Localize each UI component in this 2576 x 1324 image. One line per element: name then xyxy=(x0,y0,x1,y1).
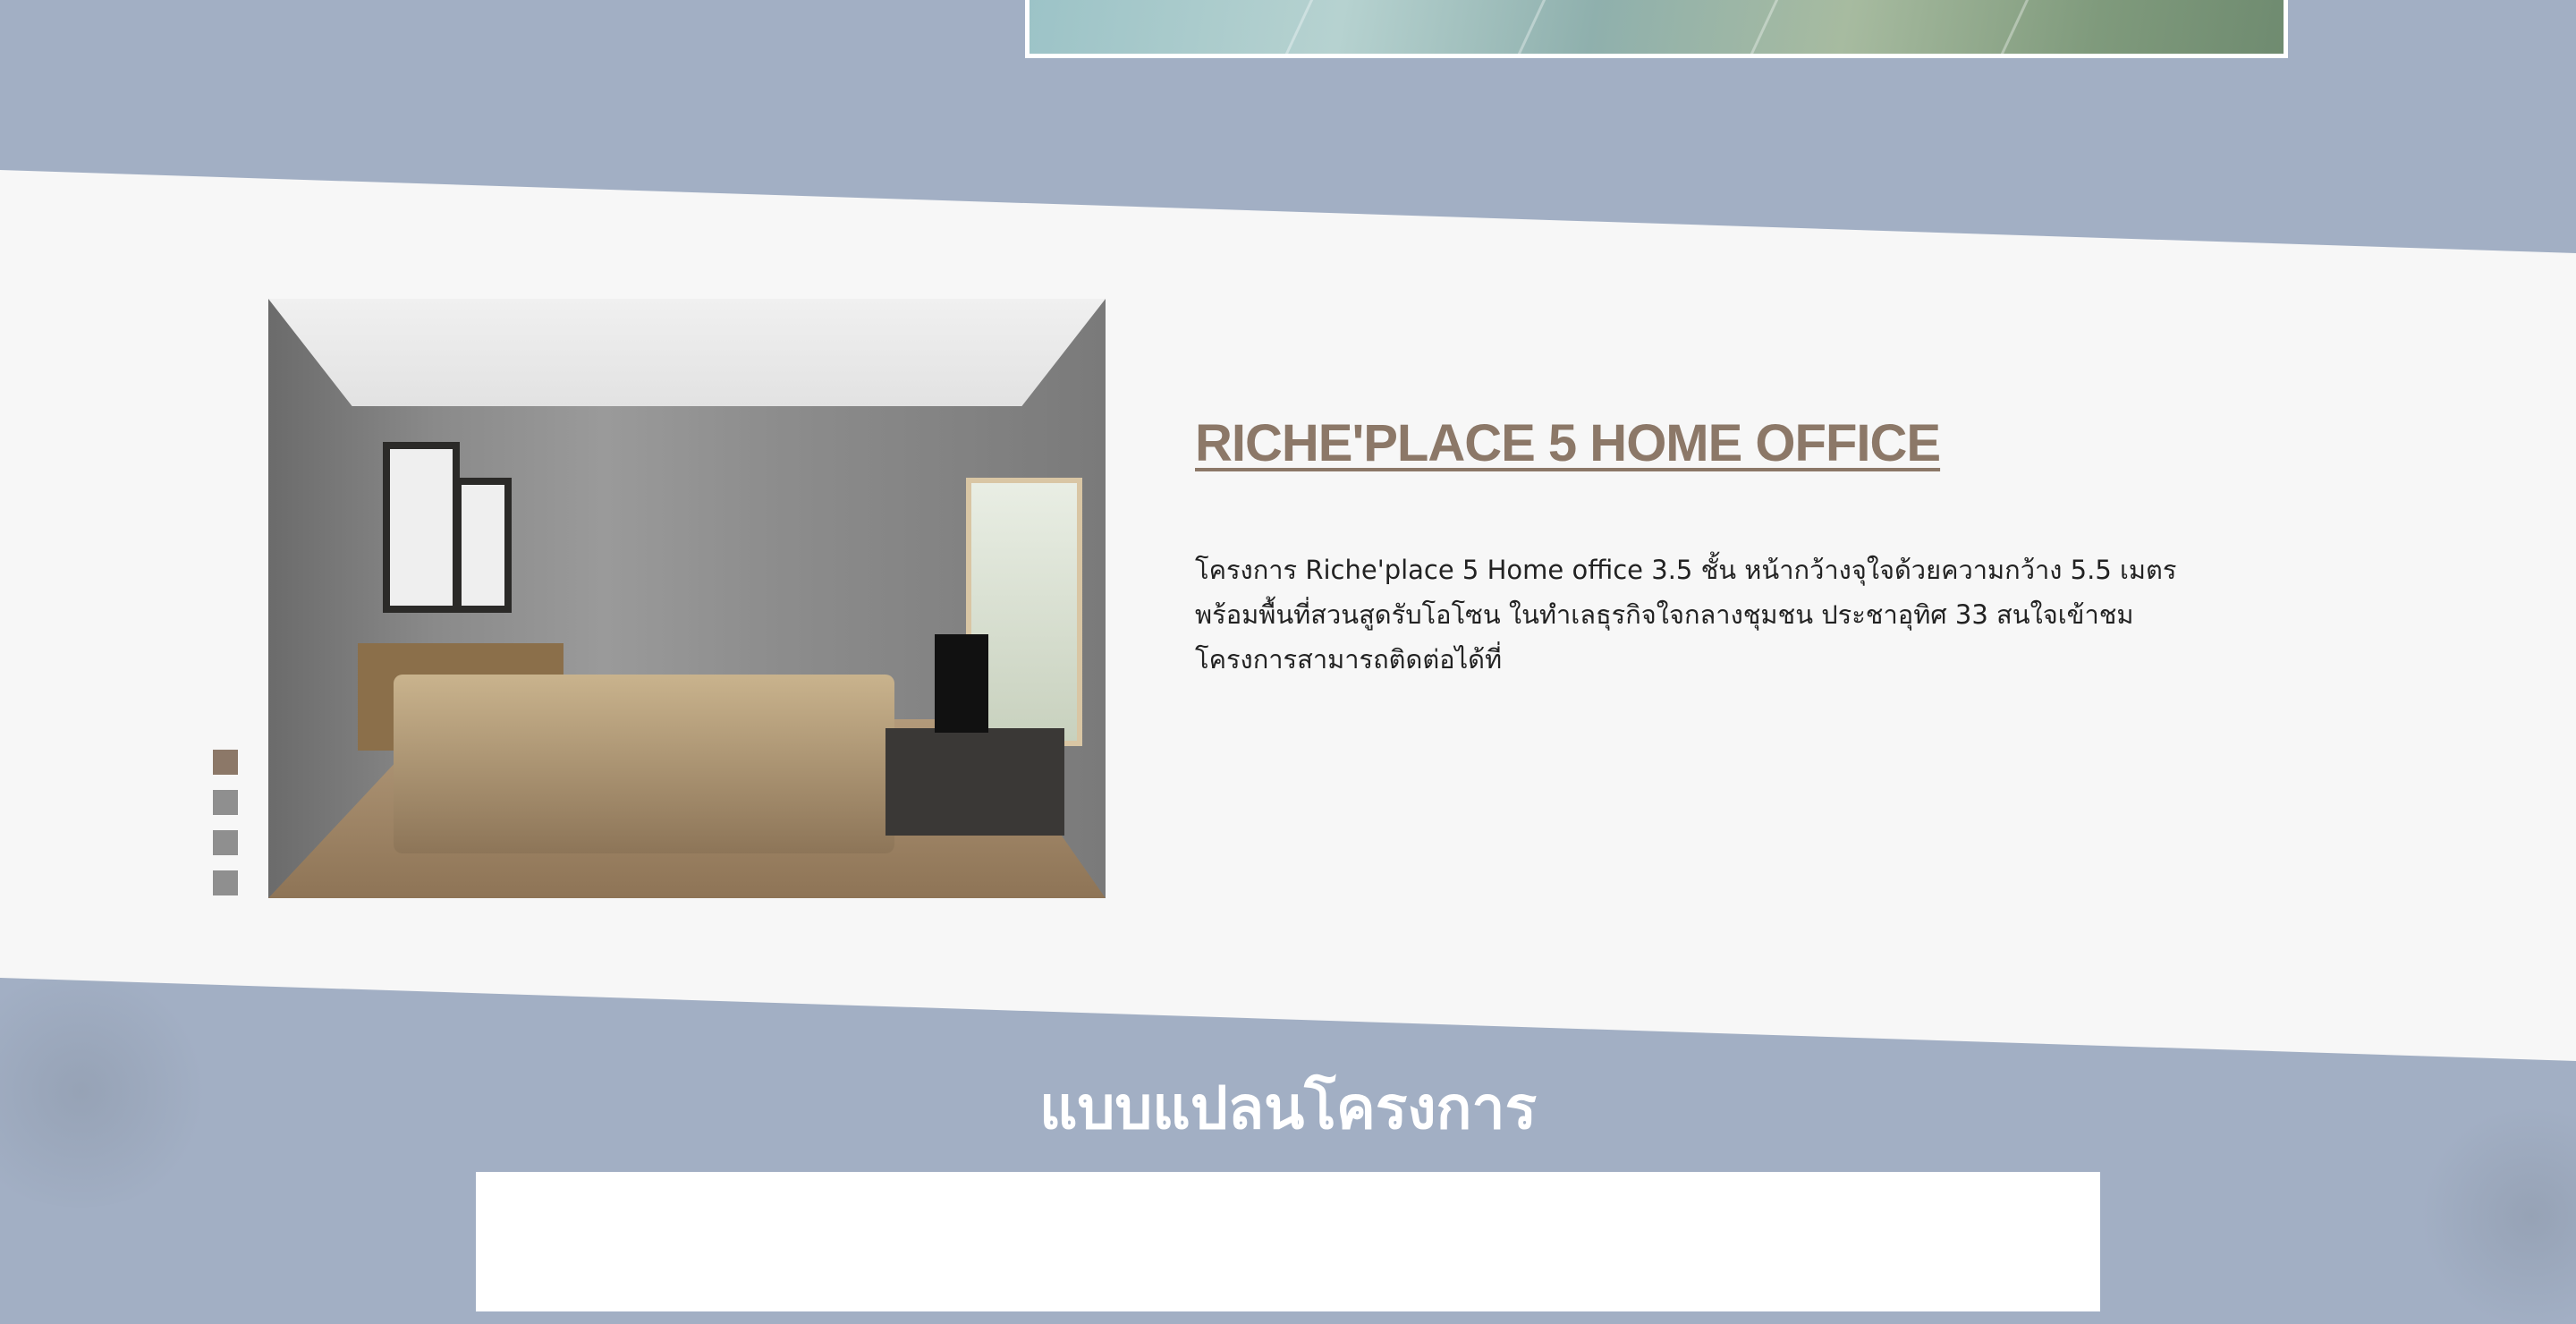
slider-dot-1[interactable] xyxy=(213,750,238,775)
project-slide-image[interactable] xyxy=(268,299,1106,898)
floor-plan-heading: แบบแปลนโครงการ xyxy=(1038,1074,1538,1142)
top-banner-image xyxy=(1025,0,2288,58)
project-title-link[interactable]: RICHE'PLACE 5 HOME OFFICE xyxy=(1195,413,1941,473)
slider-dot-3[interactable] xyxy=(213,830,238,855)
project-description: โครงการ Riche'place 5 Home office 3.5 ชั… xyxy=(1195,555,2177,675)
slider-dot-2[interactable] xyxy=(213,790,238,815)
slider-dot-4[interactable] xyxy=(213,870,238,895)
floor-plan-container xyxy=(476,1172,2100,1311)
